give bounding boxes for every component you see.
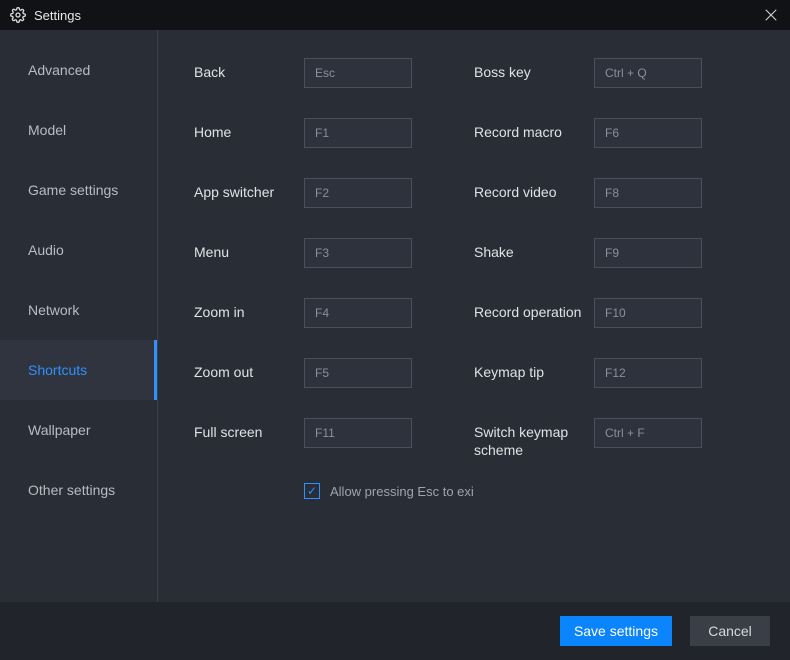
shortcut-label-record-video: Record video	[474, 178, 594, 202]
allow-esc-checkbox[interactable]: ✓	[304, 483, 320, 499]
sidebar-item-wallpaper[interactable]: Wallpaper	[0, 400, 157, 460]
shortcut-input-switch-keymap-scheme[interactable]	[594, 418, 702, 448]
shortcut-label-keymap-tip: Keymap tip	[474, 358, 594, 382]
sidebar-item-label: Other settings	[28, 482, 115, 498]
shortcut-input-zoom-out[interactable]	[304, 358, 412, 388]
shortcut-label-back: Back	[194, 58, 304, 82]
sidebar-item-label: Game settings	[28, 182, 118, 198]
shortcut-label-zoom-in: Zoom in	[194, 298, 304, 322]
shortcut-input-record-operation[interactable]	[594, 298, 702, 328]
footer: Save settings Cancel	[0, 602, 790, 660]
settings-gear-icon	[10, 7, 26, 23]
window-title: Settings	[34, 8, 81, 23]
shortcut-input-zoom-in[interactable]	[304, 298, 412, 328]
shortcut-input-home[interactable]	[304, 118, 412, 148]
allow-esc-label: Allow pressing Esc to exi	[330, 484, 474, 499]
cancel-button[interactable]: Cancel	[690, 616, 770, 646]
shortcut-input-record-video[interactable]	[594, 178, 702, 208]
sidebar-item-audio[interactable]: Audio	[0, 220, 157, 280]
sidebar-item-shortcuts[interactable]: Shortcuts	[0, 340, 157, 400]
shortcut-input-shake[interactable]	[594, 238, 702, 268]
sidebar-item-game-settings[interactable]: Game settings	[0, 160, 157, 220]
shortcut-input-back[interactable]	[304, 58, 412, 88]
shortcut-label-full-screen: Full screen	[194, 418, 304, 442]
shortcut-label-shake: Shake	[474, 238, 594, 262]
sidebar-item-label: Audio	[28, 242, 64, 258]
shortcut-label-app-switcher: App switcher	[194, 178, 304, 202]
shortcut-input-keymap-tip[interactable]	[594, 358, 702, 388]
sidebar-item-model[interactable]: Model	[0, 100, 157, 160]
shortcut-input-app-switcher[interactable]	[304, 178, 412, 208]
shortcut-input-full-screen[interactable]	[304, 418, 412, 448]
sidebar-item-label: Wallpaper	[28, 422, 91, 438]
titlebar: Settings	[0, 0, 790, 30]
allow-esc-row: ✓ Allow pressing Esc to exi	[304, 483, 704, 499]
body: Advanced Model Game settings Audio Network Sh…	[0, 30, 790, 602]
shortcut-input-record-macro[interactable]	[594, 118, 702, 148]
sidebar-item-label: Model	[28, 122, 66, 138]
sidebar-item-label: Advanced	[28, 62, 90, 78]
shortcut-input-menu[interactable]	[304, 238, 412, 268]
shortcut-label-zoom-out: Zoom out	[194, 358, 304, 382]
content-shortcuts: Back Boss key Home Record macro App switcher…	[158, 30, 790, 602]
sidebar: Advanced Model Game settings Audio Network Sh…	[0, 30, 158, 602]
sidebar-item-advanced[interactable]: Advanced	[0, 40, 157, 100]
shortcut-label-record-operation: Record operation	[474, 298, 594, 322]
shortcut-label-record-macro: Record macro	[474, 118, 594, 142]
sidebar-item-network[interactable]: Network	[0, 280, 157, 340]
sidebar-item-label: Network	[28, 302, 79, 318]
shortcut-label-boss-key: Boss key	[474, 58, 594, 82]
shortcut-label-home: Home	[194, 118, 304, 142]
shortcut-input-boss-key[interactable]	[594, 58, 702, 88]
save-settings-button[interactable]: Save settings	[560, 616, 672, 646]
sidebar-item-label: Shortcuts	[28, 362, 87, 378]
shortcut-label-menu: Menu	[194, 238, 304, 262]
close-button[interactable]	[760, 4, 782, 26]
shortcut-label-switch-keymap-scheme: Switch keymap scheme	[474, 418, 594, 459]
sidebar-item-other-settings[interactable]: Other settings	[0, 460, 157, 520]
